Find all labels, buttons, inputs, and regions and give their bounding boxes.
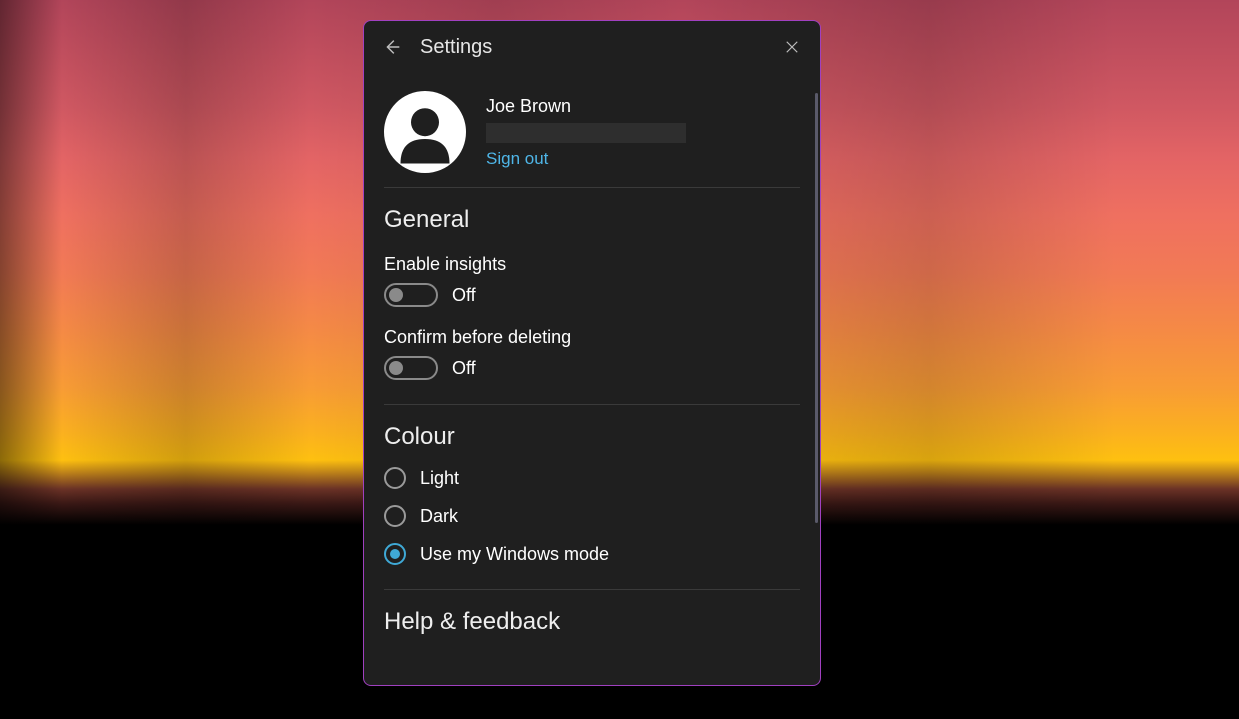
colour-option-label: Dark <box>420 506 458 527</box>
confirm-delete-state: Off <box>452 358 476 379</box>
radio-icon <box>384 543 406 565</box>
enable-insights-toggle[interactable] <box>384 283 438 307</box>
close-button[interactable] <box>778 33 806 61</box>
colour-option-label: Light <box>420 468 459 489</box>
close-icon <box>783 38 801 56</box>
colour-option-light[interactable]: Light <box>384 459 800 497</box>
enable-insights-state: Off <box>452 285 476 306</box>
toggle-knob-icon <box>389 361 403 375</box>
sign-out-link[interactable]: Sign out <box>486 149 686 169</box>
radio-icon <box>384 505 406 527</box>
account-email-redacted <box>486 123 686 143</box>
settings-scroll-area: Joe Brown Sign out General Enable insigh… <box>364 73 820 685</box>
general-header: General <box>384 188 800 242</box>
back-button[interactable] <box>378 33 406 61</box>
account-name: Joe Brown <box>486 96 686 117</box>
confirm-delete-row: Off <box>384 356 800 388</box>
colour-option-label: Use my Windows mode <box>420 544 609 565</box>
account-info: Joe Brown Sign out <box>486 96 686 169</box>
enable-insights-row: Off <box>384 283 800 315</box>
radio-icon <box>384 467 406 489</box>
titlebar: Settings <box>364 21 820 73</box>
enable-insights-label: Enable insights <box>384 242 800 283</box>
colour-option-dark[interactable]: Dark <box>384 497 800 535</box>
confirm-delete-label: Confirm before deleting <box>384 315 800 356</box>
colour-header: Colour <box>384 405 800 459</box>
confirm-delete-toggle[interactable] <box>384 356 438 380</box>
account-section: Joe Brown Sign out <box>384 73 800 188</box>
scrollbar[interactable] <box>815 93 818 523</box>
back-arrow-icon <box>381 36 403 58</box>
window-title: Settings <box>420 36 764 59</box>
person-icon <box>390 97 460 167</box>
toggle-knob-icon <box>389 288 403 302</box>
help-header: Help & feedback <box>384 590 800 644</box>
avatar <box>384 91 466 173</box>
colour-option-windows[interactable]: Use my Windows mode <box>384 535 800 573</box>
radio-dot-icon <box>390 549 400 559</box>
settings-window: Settings Joe Brown Sign out General Enab… <box>363 20 821 686</box>
